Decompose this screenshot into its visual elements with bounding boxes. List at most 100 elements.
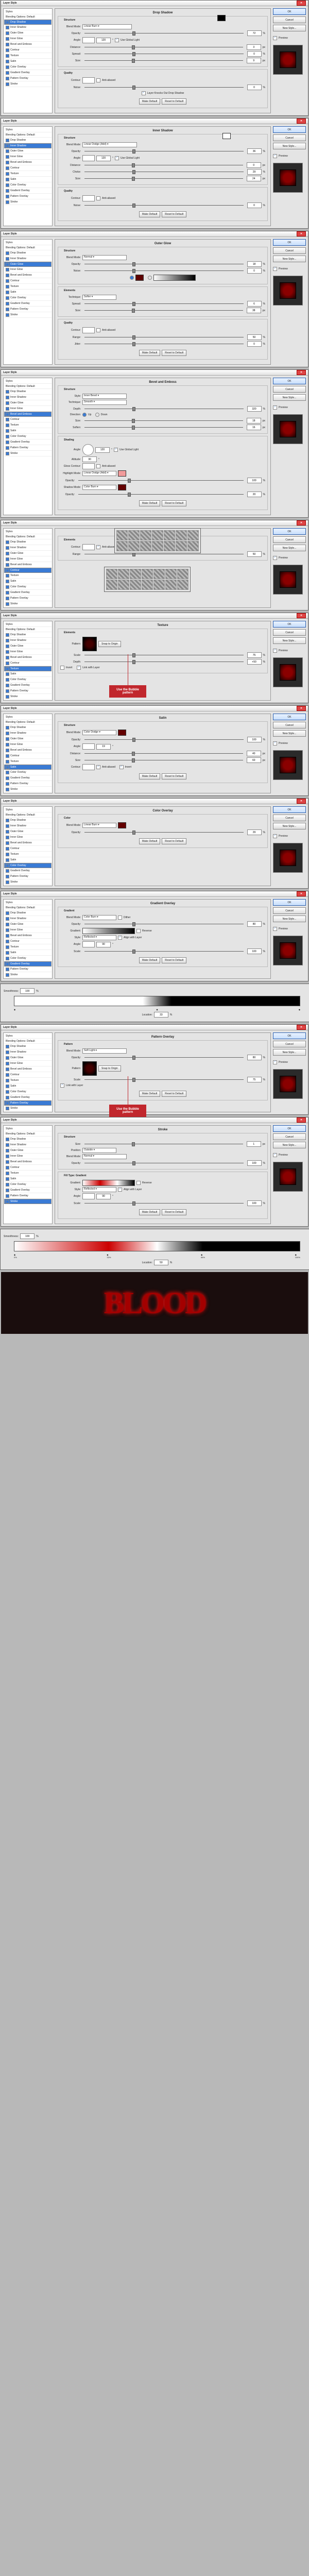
dropdown[interactable]: Reflected ▾ xyxy=(82,1187,116,1192)
reset-default-button[interactable]: Reset to Default xyxy=(162,957,186,963)
sidebar-item[interactable]: Pattern Overlay xyxy=(4,688,52,694)
value-input[interactable] xyxy=(247,406,262,412)
sidebar-item[interactable]: Texture xyxy=(4,666,52,671)
sidebar-item[interactable]: Stroke xyxy=(4,199,52,205)
style-checkbox[interactable] xyxy=(6,71,9,75)
style-checkbox[interactable] xyxy=(6,923,9,926)
sidebar-item[interactable]: Contour xyxy=(4,417,52,422)
reset-default-button[interactable]: Reset to Default xyxy=(162,98,186,105)
sidebar-item[interactable]: Texture xyxy=(4,1171,52,1176)
sidebar-item[interactable]: Outer Glow xyxy=(4,551,52,556)
style-checkbox[interactable] xyxy=(6,782,9,786)
highlight-color-swatch[interactable] xyxy=(118,470,126,477)
sidebar-item[interactable]: Outer Glow xyxy=(4,736,52,742)
contour-preset[interactable] xyxy=(118,580,129,590)
sidebar-item[interactable]: Bevel and Emboss xyxy=(4,42,52,47)
sidebar-item[interactable]: Satin xyxy=(4,950,52,956)
style-checkbox[interactable] xyxy=(6,418,9,421)
cancel-button[interactable]: Cancel xyxy=(273,16,306,23)
make-default-button[interactable]: Make Default xyxy=(139,211,160,217)
contour-preset[interactable] xyxy=(142,569,153,579)
ok-button[interactable]: OK xyxy=(273,126,306,133)
sidebar-item[interactable]: Inner Glow xyxy=(4,267,52,273)
ok-button[interactable]: OK xyxy=(273,899,306,906)
sidebar-item[interactable]: Inner Shadow xyxy=(4,256,52,262)
sidebar-item[interactable]: Bevel and Emboss xyxy=(4,412,52,417)
contour-preset[interactable] xyxy=(176,530,187,540)
contour-preset[interactable] xyxy=(142,580,153,590)
contour-preset-picker[interactable] xyxy=(104,567,191,592)
sidebar-item[interactable]: Styles xyxy=(4,127,52,132)
value-input[interactable] xyxy=(247,334,262,340)
sidebar-item[interactable]: Styles xyxy=(4,9,52,14)
value-input[interactable] xyxy=(247,551,262,557)
style-checkbox[interactable] xyxy=(6,155,9,159)
angle-input[interactable] xyxy=(96,156,111,161)
dropdown[interactable]: Normal ▾ xyxy=(82,1154,127,1159)
style-checkbox[interactable] xyxy=(6,917,9,921)
style-checkbox[interactable] xyxy=(6,880,9,884)
sidebar-item[interactable]: Inner Glow xyxy=(4,835,52,840)
invert-checkbox[interactable] xyxy=(60,666,64,670)
slider[interactable] xyxy=(84,205,244,206)
value-input[interactable] xyxy=(247,757,261,763)
sidebar-item[interactable]: Styles xyxy=(4,900,52,905)
style-checkbox[interactable] xyxy=(6,841,9,845)
style-checkbox[interactable] xyxy=(6,656,9,659)
style-checkbox[interactable] xyxy=(6,1160,9,1164)
make-default-button[interactable]: Make Default xyxy=(139,350,160,356)
sidebar-item[interactable]: Texture xyxy=(4,284,52,290)
slider[interactable] xyxy=(78,480,244,481)
sidebar-item[interactable]: Gradient Overlay xyxy=(4,439,52,445)
slider[interactable] xyxy=(78,494,244,495)
sidebar-item[interactable]: Styles xyxy=(4,1033,52,1039)
gradient-stop[interactable]: ◆ xyxy=(299,1008,300,1011)
style-checkbox[interactable] xyxy=(6,552,9,555)
sidebar-item[interactable]: Satin xyxy=(4,1176,52,1182)
color-swatch[interactable] xyxy=(222,133,231,139)
sidebar-item[interactable]: Outer Glow xyxy=(4,1148,52,1154)
preview-checkbox[interactable] xyxy=(273,556,277,560)
sidebar-item[interactable]: Styles xyxy=(4,240,52,245)
cancel-button[interactable]: Cancel xyxy=(273,815,306,821)
slider[interactable] xyxy=(84,87,244,88)
sidebar-item[interactable]: Pattern Overlay xyxy=(4,1193,52,1199)
slider[interactable] xyxy=(84,951,244,952)
gradient-stop[interactable]: ◆ xyxy=(156,1008,158,1011)
value-input[interactable] xyxy=(247,169,262,175)
contour-preset[interactable] xyxy=(140,530,151,540)
angle-dial[interactable] xyxy=(82,743,95,750)
sidebar-item[interactable]: Bevel and Emboss xyxy=(4,1159,52,1165)
style-checkbox[interactable] xyxy=(6,749,9,752)
global-light-checkbox[interactable] xyxy=(115,38,119,42)
style-checkbox[interactable] xyxy=(6,737,9,741)
sidebar-item[interactable]: Contour xyxy=(4,568,52,573)
close-icon[interactable]: ✕ xyxy=(297,706,306,711)
sidebar-item[interactable]: Contour xyxy=(4,939,52,944)
cancel-button[interactable]: Cancel xyxy=(273,386,306,393)
sidebar-item[interactable]: Blending Options: Default xyxy=(4,812,52,818)
style-checkbox[interactable] xyxy=(6,911,9,915)
value-input[interactable] xyxy=(247,51,262,57)
sidebar-item[interactable]: Inner Shadow xyxy=(4,545,52,551)
sidebar-item[interactable]: Gradient Overlay xyxy=(4,868,52,874)
contour-preset[interactable] xyxy=(106,569,117,579)
style-checkbox[interactable] xyxy=(6,1177,9,1181)
sidebar-item[interactable]: Gradient Overlay xyxy=(4,301,52,307)
antialiased-checkbox[interactable] xyxy=(96,196,100,200)
dropdown[interactable]: Linear Dodge (Add) ▾ xyxy=(82,142,137,147)
value-input[interactable] xyxy=(247,829,262,835)
style-checkbox[interactable] xyxy=(6,962,9,966)
slider[interactable] xyxy=(84,420,243,421)
style-checkbox[interactable] xyxy=(6,662,9,665)
style-checkbox[interactable] xyxy=(6,1143,9,1147)
style-checkbox[interactable] xyxy=(6,1101,9,1105)
style-checkbox[interactable] xyxy=(6,407,9,411)
style-checkbox[interactable] xyxy=(6,945,9,949)
sidebar-item[interactable]: Color Overlay xyxy=(4,182,52,188)
sidebar-item[interactable]: Color Overlay xyxy=(4,677,52,683)
sidebar-item[interactable]: Outer Glow xyxy=(4,829,52,835)
sidebar-item[interactable]: Inner Shadow xyxy=(4,143,52,148)
make-default-button[interactable]: Make Default xyxy=(139,957,160,963)
angle-dial[interactable] xyxy=(82,155,95,161)
